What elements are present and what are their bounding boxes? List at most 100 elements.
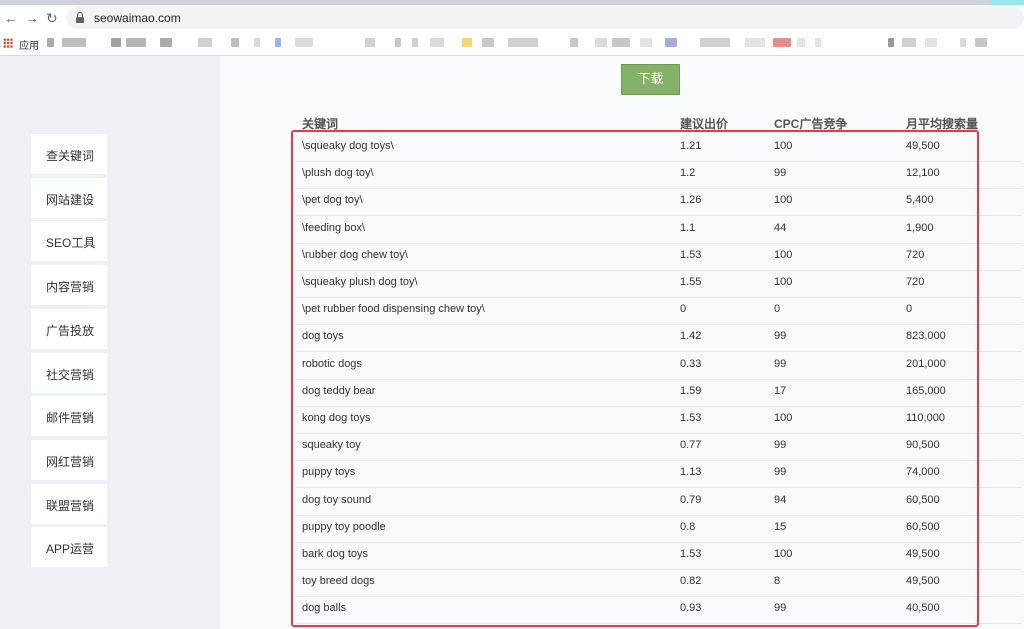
bookmark-item[interactable] xyxy=(412,38,418,47)
sidebar-item[interactable]: 查关键词 xyxy=(31,134,107,174)
sidebar-item-label: 社交营销 xyxy=(46,367,95,382)
bookmark-item[interactable] xyxy=(47,38,54,47)
bookmark-item[interactable] xyxy=(231,38,239,47)
bookmark-item[interactable] xyxy=(888,38,894,47)
sidebar-item[interactable]: 社交营销 xyxy=(31,352,107,393)
bookmark-item[interactable] xyxy=(462,38,472,47)
bookmark-item[interactable] xyxy=(700,38,730,47)
volume-cell: 60,500 xyxy=(906,520,940,533)
competition-cell: 15 xyxy=(774,520,787,533)
volume-cell: 720 xyxy=(906,248,925,261)
table-row: dog toys 1.42 99 823,000 xyxy=(296,324,1022,353)
keyword-cell: dog balls xyxy=(302,602,347,615)
bid-cell: 1.1 xyxy=(680,221,696,234)
bookmark-item[interactable] xyxy=(665,38,677,47)
bookmark-item[interactable] xyxy=(198,38,212,47)
apps-grid-icon[interactable] xyxy=(3,38,13,48)
url-text: seowaimao.com xyxy=(94,11,181,25)
bookmark-item[interactable] xyxy=(960,38,966,47)
bookmark-item[interactable] xyxy=(975,38,987,47)
bookmark-item[interactable] xyxy=(395,38,401,47)
table-row: robotic dogs 0.33 99 201,000 xyxy=(296,352,1022,380)
bookmark-item[interactable] xyxy=(570,38,578,47)
sidebar-item[interactable]: SEO工具 xyxy=(31,221,107,262)
volume-cell: 12,100 xyxy=(906,167,940,180)
bookmark-item[interactable] xyxy=(595,38,607,47)
competition-cell: 100 xyxy=(774,548,793,560)
keyword-cell: dog toys xyxy=(302,330,344,343)
bid-cell: 1.26 xyxy=(680,194,702,207)
sidebar-item[interactable]: 网红营销 xyxy=(31,439,107,480)
bid-cell: 1.59 xyxy=(680,384,702,397)
sidebar-item[interactable]: 广告投放 xyxy=(31,308,107,349)
bookmark-item[interactable] xyxy=(902,38,916,47)
apps-label[interactable]: 应用 xyxy=(19,37,39,52)
volume-cell: 49,500 xyxy=(906,575,940,588)
volume-cell: 90,500 xyxy=(906,439,940,452)
back-icon[interactable]: ← xyxy=(4,10,18,26)
table-row: puppy toy poodle 0.8 15 60,500 xyxy=(296,515,1022,543)
bookmark-item[interactable] xyxy=(925,38,937,47)
volume-cell: 823,000 xyxy=(906,330,946,343)
keyword-cell: \squeaky plush dog toy\ xyxy=(302,276,418,288)
bid-cell: 0.82 xyxy=(680,575,702,588)
column-header[interactable]: 建议出价 xyxy=(680,115,728,132)
bookmark-item[interactable] xyxy=(62,38,86,47)
bookmark-item[interactable] xyxy=(482,38,494,47)
sidebar-item[interactable]: 邮件营销 xyxy=(31,396,107,437)
volume-cell: 60,500 xyxy=(906,493,940,506)
sidebar-item-label: 网红营销 xyxy=(46,454,95,469)
url-field[interactable]: seowaimao.com xyxy=(66,7,1024,29)
bid-cell: 1.53 xyxy=(680,412,702,424)
bid-cell: 1.55 xyxy=(680,276,702,288)
sidebar-item[interactable]: 网站建设 xyxy=(31,177,107,218)
bid-cell: 0 xyxy=(680,303,687,316)
bookmark-item[interactable] xyxy=(365,38,375,47)
bid-cell: 1.2 xyxy=(680,167,696,180)
table-row: \plush dog toy\ 1.2 99 12,100 xyxy=(296,161,1022,190)
volume-cell: 74,000 xyxy=(906,466,940,479)
sidebar-item[interactable]: APP运营 xyxy=(31,527,107,568)
bookmark-item[interactable] xyxy=(612,38,630,47)
sidebar-item[interactable]: 内容营销 xyxy=(31,265,107,306)
bookmark-item[interactable] xyxy=(295,38,313,47)
bookmark-item[interactable] xyxy=(745,38,765,47)
bookmark-item[interactable] xyxy=(160,38,172,47)
bookmark-item[interactable] xyxy=(815,38,821,47)
bookmark-item[interactable] xyxy=(430,38,444,47)
competition-cell: 99 xyxy=(774,466,787,479)
column-header[interactable]: 关键词 xyxy=(302,115,338,132)
competition-cell: 94 xyxy=(774,493,787,506)
volume-cell: 720 xyxy=(906,276,925,288)
bookmark-item[interactable] xyxy=(797,38,805,47)
column-header[interactable]: 月平均搜索量 xyxy=(906,115,978,132)
table-row: kong dog toys 1.53 100 110,000 xyxy=(296,406,1022,434)
bookmark-item[interactable] xyxy=(773,38,791,47)
column-header[interactable]: CPC广告竞争 xyxy=(774,115,847,132)
download-button[interactable]: 下载 xyxy=(621,64,680,95)
keyword-cell: \pet dog toy\ xyxy=(302,194,363,207)
reload-icon[interactable]: ↻ xyxy=(46,10,58,26)
competition-cell: 100 xyxy=(774,194,793,207)
sidebar-item-label: 查关键词 xyxy=(46,149,95,163)
volume-cell: 165,000 xyxy=(906,384,946,397)
forward-icon[interactable]: → xyxy=(25,10,39,26)
bookmark-item[interactable] xyxy=(508,38,538,47)
bookmark-item[interactable] xyxy=(640,38,652,47)
bookmark-item[interactable] xyxy=(126,38,146,47)
bookmark-item[interactable] xyxy=(111,38,121,47)
keyword-cell: squeaky toy xyxy=(302,439,361,452)
table-row: dog toy sound 0.79 94 60,500 xyxy=(296,488,1022,516)
sidebar-item-label: 内容营销 xyxy=(46,280,95,295)
competition-cell: 100 xyxy=(774,412,793,424)
competition-cell: 100 xyxy=(774,248,793,261)
sidebar-item[interactable]: 联盟营销 xyxy=(31,483,107,524)
lock-icon xyxy=(76,12,84,23)
sidebar-item-label: 网站建设 xyxy=(46,192,95,207)
sidebar-item-label: 广告投放 xyxy=(46,323,95,338)
bookmark-item[interactable] xyxy=(254,38,260,47)
table-row: \rubber dog chew toy\ 1.53 100 720 xyxy=(296,243,1022,271)
bookmark-item[interactable] xyxy=(275,38,281,47)
competition-cell: 0 xyxy=(774,303,781,316)
bid-cell: 1.53 xyxy=(680,248,702,261)
